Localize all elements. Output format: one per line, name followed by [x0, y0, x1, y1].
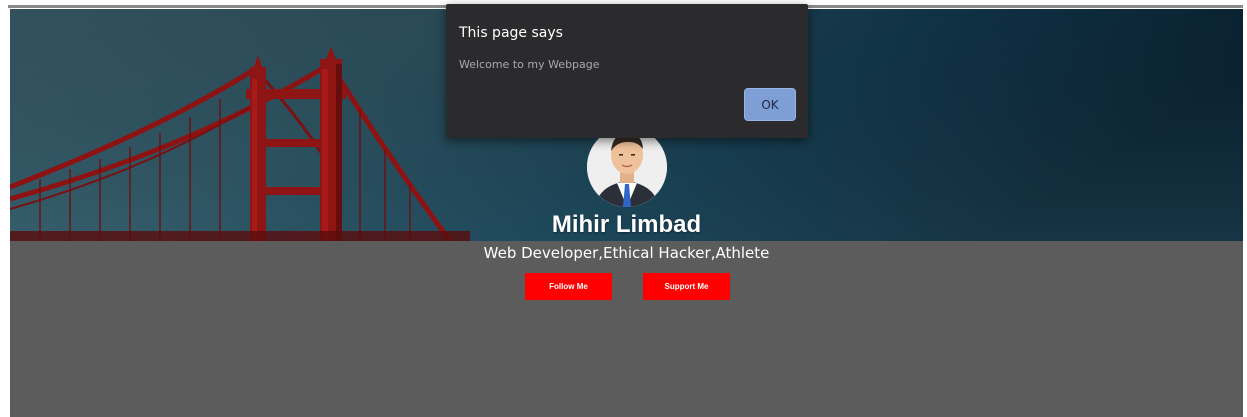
profile-name: Mihir Limbad	[551, 211, 702, 238]
profile-tagline: Web Developer,Ethical Hacker,Athlete	[483, 244, 770, 262]
ok-button[interactable]: OK	[744, 88, 796, 121]
businessman-avatar-image	[587, 127, 667, 207]
alert-dialog: This page says Welcome to my Webpage OK	[446, 4, 808, 138]
follow-me-button[interactable]: Follow Me	[525, 273, 612, 300]
dialog-title: This page says	[459, 25, 563, 41]
avatar	[587, 127, 667, 207]
support-me-button[interactable]: Support Me	[643, 273, 730, 300]
dialog-message: Welcome to my Webpage	[459, 58, 600, 71]
